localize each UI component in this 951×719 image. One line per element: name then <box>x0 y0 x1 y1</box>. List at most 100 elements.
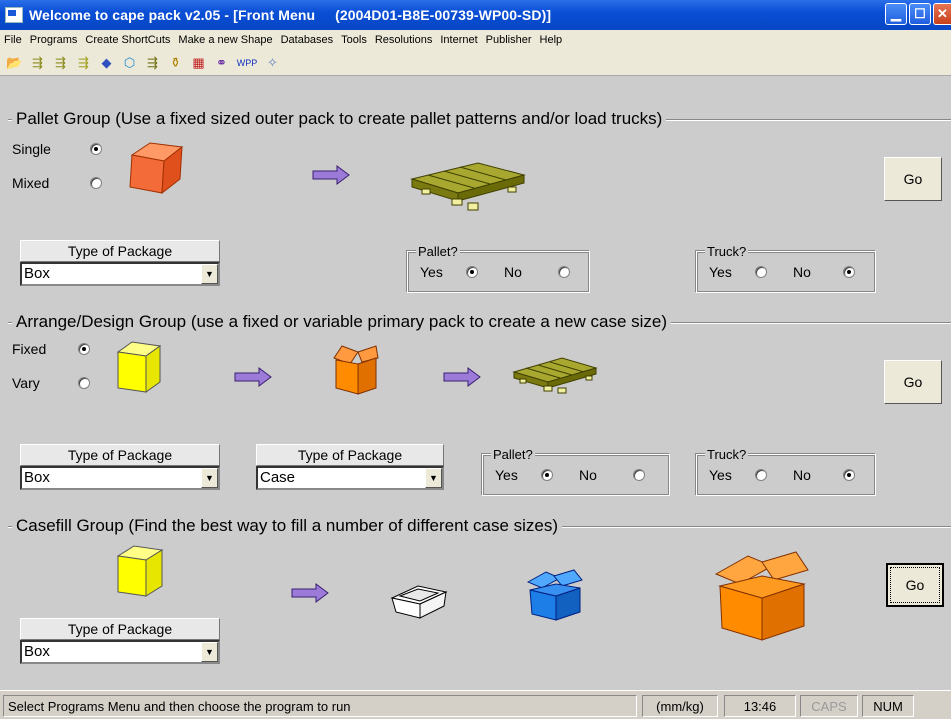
arrange-go-button[interactable]: Go <box>884 360 942 404</box>
arrow-icon <box>443 367 481 387</box>
open-case-image <box>333 345 379 395</box>
pallet-package-type-value: Box <box>24 265 50 282</box>
pallet-option-title: Pallet? <box>416 244 460 259</box>
pallet-group: Pallet Group (Use a fixed sized outer pa… <box>8 109 951 312</box>
truck-tool-icon[interactable]: ▦ <box>190 54 207 71</box>
status-time: 13:46 <box>724 695 796 717</box>
orange-case-image <box>714 551 809 641</box>
menu-create-shortcuts[interactable]: Create ShortCuts <box>85 34 170 46</box>
maximize-icon: ☐ <box>914 6 926 21</box>
chevron-down-icon[interactable]: ▼ <box>201 264 218 284</box>
chevron-down-icon[interactable]: ▼ <box>201 468 218 488</box>
arrange-pallet-yes-label: Yes <box>495 467 518 483</box>
truck-yes-radio[interactable] <box>755 266 767 278</box>
vary-radio[interactable] <box>78 377 90 389</box>
pallet-no-radio[interactable] <box>558 266 570 278</box>
window-title: Welcome to cape pack v2.05 - [Front Menu… <box>29 7 552 23</box>
close-icon: ✕ <box>937 6 948 21</box>
arrange-case-package-header: Type of Package <box>256 444 444 466</box>
truck-option-frame: Truck? Yes No <box>696 244 876 293</box>
chevron-down-icon[interactable]: ▼ <box>201 642 218 662</box>
casefill-tool-icon[interactable]: ◆ <box>98 54 115 71</box>
single-radio[interactable] <box>90 143 102 155</box>
arrange-pallet-yes-radio[interactable] <box>541 469 553 481</box>
arrange-pallet-option-frame: Pallet? Yes No <box>482 447 670 496</box>
menu-programs[interactable]: Programs <box>30 34 78 46</box>
pallet-go-button[interactable]: Go <box>884 157 942 201</box>
menu-publisher[interactable]: Publisher <box>486 34 532 46</box>
single-label: Single <box>12 141 51 157</box>
pallet-yes-label: Yes <box>420 264 443 280</box>
minimize-button[interactable]: ▁ <box>885 3 907 25</box>
arrange-pallet-no-radio[interactable] <box>633 469 645 481</box>
casefill-group-title: Casefill Group (Find the best way to fil… <box>12 516 563 536</box>
fixed-radio[interactable] <box>78 343 90 355</box>
yellow-box-image <box>116 341 162 393</box>
arrange-group: Arrange/Design Group (use a fixed or var… <box>8 312 951 516</box>
truck-yes-label: Yes <box>709 264 732 280</box>
menu-databases[interactable]: Databases <box>281 34 334 46</box>
title-bar: Welcome to cape pack v2.05 - [Front Menu… <box>0 0 951 30</box>
yellow-box-image <box>116 545 164 597</box>
arrange-truck-yes-radio[interactable] <box>755 469 767 481</box>
vary-label: Vary <box>12 375 40 391</box>
menu-bar: File Programs Create ShortCuts Make a ne… <box>0 30 951 50</box>
arrow-icon <box>312 165 350 185</box>
front-menu-panel: Pallet Group (Use a fixed sized outer pa… <box>0 77 951 685</box>
chevron-down-icon[interactable]: ▼ <box>425 468 442 488</box>
status-num: NUM <box>862 695 914 717</box>
toolbar: 📂 ⇶ ⇶ ⇶ ◆ ⬡ ⇶ ⚱ ▦ ⚭ WPP ✧ <box>0 50 951 76</box>
arrange-tool-icon[interactable]: ⇶ <box>52 54 69 71</box>
orange-box-image <box>129 142 184 195</box>
arrange-primary-package-value: Box <box>24 469 50 486</box>
casefill-group: Casefill Group (Find the best way to fil… <box>8 516 951 685</box>
menu-make-new-shape[interactable]: Make a new Shape <box>178 34 272 46</box>
mixed-label: Mixed <box>12 175 50 191</box>
arrange-truck-no-radio[interactable] <box>843 469 855 481</box>
link-tool-icon[interactable]: ⚭ <box>213 54 230 71</box>
menu-help[interactable]: Help <box>540 34 563 46</box>
pallet-yes-radio[interactable] <box>466 266 478 278</box>
arrange-truck-yes-label: Yes <box>709 467 732 483</box>
bottle-tool-icon[interactable]: ⚱ <box>167 54 184 71</box>
pallet-package-type-header: Type of Package <box>20 240 220 262</box>
fixed-label: Fixed <box>12 341 47 357</box>
wand-icon[interactable]: ✧ <box>264 54 281 71</box>
design-tool-icon[interactable]: ⇶ <box>75 54 92 71</box>
box-tool-icon[interactable]: ⬡ <box>121 54 138 71</box>
open-folder-icon[interactable]: 📂 <box>6 54 23 71</box>
menu-resolutions[interactable]: Resolutions <box>375 34 432 46</box>
arrange-group-title: Arrange/Design Group (use a fixed or var… <box>12 312 672 332</box>
arrange-pallet-option-title: Pallet? <box>491 447 535 462</box>
status-bar: Select Programs Menu and then choose the… <box>0 690 951 719</box>
casefill-go-button[interactable]: Go <box>886 563 944 607</box>
load-tool-icon[interactable]: ⇶ <box>144 54 161 71</box>
tray-image <box>390 585 448 619</box>
maximize-button[interactable]: ☐ <box>909 3 931 25</box>
arrange-primary-package-header: Type of Package <box>20 444 220 466</box>
arrow-icon <box>291 583 329 603</box>
arrange-primary-package-select[interactable]: Box ▼ <box>20 466 220 490</box>
arrange-case-package-value: Case <box>260 469 296 486</box>
casefill-package-type-header: Type of Package <box>20 618 220 640</box>
truck-no-label: No <box>793 264 811 280</box>
wpp-icon[interactable]: WPP <box>236 54 258 71</box>
menu-tools[interactable]: Tools <box>341 34 367 46</box>
arrange-truck-option-frame: Truck? Yes No <box>696 447 876 496</box>
casefill-package-type-select[interactable]: Box ▼ <box>20 640 220 664</box>
arrange-case-package-select[interactable]: Case ▼ <box>256 466 444 490</box>
blue-case-image <box>526 569 583 621</box>
pallet-tool-icon[interactable]: ⇶ <box>29 54 46 71</box>
pallet-option-frame: Pallet? Yes No <box>407 244 590 293</box>
arrange-truck-no-label: No <box>793 467 811 483</box>
status-message: Select Programs Menu and then choose the… <box>3 695 637 717</box>
menu-file[interactable]: File <box>4 34 22 46</box>
mixed-radio[interactable] <box>90 177 102 189</box>
status-units: (mm/kg) <box>642 695 718 717</box>
pallet-package-type-select[interactable]: Box ▼ <box>20 262 220 286</box>
menu-internet[interactable]: Internet <box>440 34 477 46</box>
app-icon[interactable] <box>5 7 23 23</box>
truck-no-radio[interactable] <box>843 266 855 278</box>
pallet-image <box>410 162 526 211</box>
close-button[interactable]: ✕ <box>933 3 951 25</box>
